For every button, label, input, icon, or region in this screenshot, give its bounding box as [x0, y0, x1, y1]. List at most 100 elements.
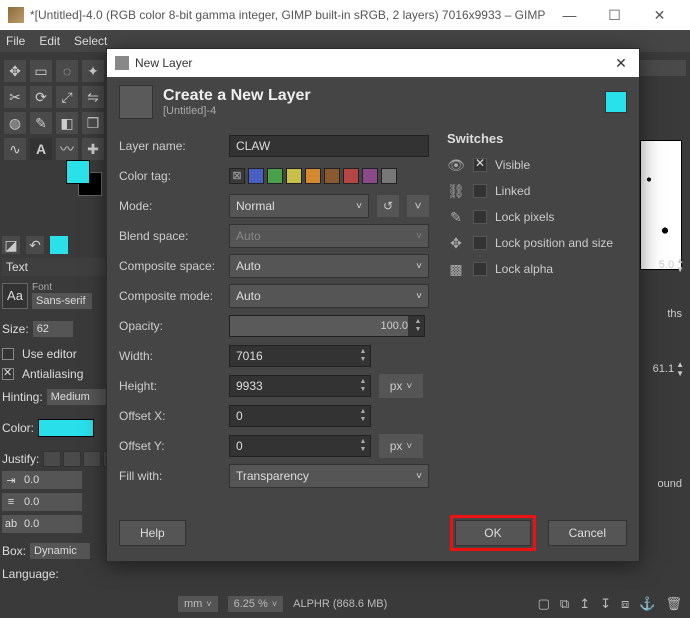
justify-right-icon[interactable]	[63, 451, 81, 467]
menu-edit[interactable]: Edit	[39, 34, 60, 48]
hinting-select[interactable]: Medium	[47, 389, 106, 405]
link-icon: ⛓	[447, 183, 465, 200]
color-tag-4[interactable]	[305, 168, 321, 184]
size-unit-select[interactable]: px˅	[379, 374, 423, 398]
linked-label: Linked	[495, 184, 530, 198]
box-label: Box:	[2, 544, 26, 558]
offset-unit-select[interactable]: px˅	[379, 434, 423, 458]
dialog-heading: Create a New Layer	[163, 87, 311, 105]
blend-space-label: Blend space:	[119, 229, 221, 243]
box-select[interactable]: Dynamic	[30, 543, 90, 559]
width-input[interactable]: 7016▲▼	[229, 345, 371, 367]
color-tag-5[interactable]	[324, 168, 340, 184]
dialog-subheading: [Untitled]-4	[163, 105, 311, 117]
free-select-icon[interactable]: ◌	[56, 60, 78, 82]
justify-left-icon[interactable]	[43, 451, 61, 467]
scale-tool-icon[interactable]: ⤢	[56, 86, 78, 108]
justify-center-icon[interactable]	[83, 451, 101, 467]
antialiasing-checkbox[interactable]	[2, 368, 14, 380]
ok-highlight: OK	[450, 515, 535, 551]
bucket-tool-icon[interactable]: ◍	[4, 112, 26, 134]
window-title: *[Untitled]-4.0 (RGB color 8-bit gamma i…	[30, 8, 545, 22]
undo-history-icon[interactable]: ↶	[26, 236, 44, 254]
clone-tool-icon[interactable]: ❒	[82, 112, 104, 134]
size-input[interactable]	[33, 321, 73, 337]
right-spinner-1[interactable]: 5.0▲▼	[659, 256, 684, 274]
status-icon-5[interactable]: ⧈	[621, 596, 629, 612]
rotate-tool-icon[interactable]: ⟳	[30, 86, 52, 108]
status-icon-1[interactable]: ▢	[538, 596, 550, 612]
lock-pixels-checkbox[interactable]	[473, 210, 487, 224]
pencil-tool-icon[interactable]: ✎	[30, 112, 52, 134]
composite-mode-select[interactable]: Auto˅	[229, 284, 429, 308]
color-tag-0[interactable]: ⊠	[229, 168, 245, 184]
dock-tab[interactable]	[640, 60, 686, 76]
ound-label: ound	[658, 478, 682, 490]
color-tag-7[interactable]	[362, 168, 378, 184]
color-tag-8[interactable]	[381, 168, 397, 184]
color-tab-icon[interactable]	[50, 236, 68, 254]
visible-checkbox[interactable]	[473, 158, 487, 172]
right-spinner-2[interactable]: 61.1▲▼	[653, 360, 684, 378]
mode-reset-button[interactable]: ↺	[377, 195, 399, 217]
tab-icon[interactable]: ◪	[2, 236, 20, 254]
font-input[interactable]	[32, 293, 92, 309]
unit-select[interactable]: mm˅	[178, 596, 218, 612]
height-input[interactable]: 9933▲▼	[229, 375, 371, 397]
zoom-select[interactable]: 6.25 %˅	[228, 596, 284, 612]
minimize-button[interactable]: —	[547, 0, 592, 30]
cancel-button[interactable]: Cancel	[548, 520, 627, 546]
offset-x-input[interactable]: 0▲▼	[229, 405, 371, 427]
mode-select[interactable]: Normal˅	[229, 194, 369, 218]
linked-checkbox[interactable]	[473, 184, 487, 198]
maximize-button[interactable]: ☐	[592, 0, 637, 30]
layer-name-input[interactable]	[229, 135, 429, 157]
color-tag-2[interactable]	[267, 168, 283, 184]
fill-with-select[interactable]: Transparency˅	[229, 464, 429, 488]
eraser-tool-icon[interactable]: ◧	[56, 112, 78, 134]
status-icon-7[interactable]: 🗑	[665, 596, 682, 612]
flip-tool-icon[interactable]: ⇋	[82, 86, 104, 108]
help-button[interactable]: Help	[119, 520, 186, 546]
indent-spinner[interactable]: ⇥0.0	[2, 471, 82, 489]
use-editor-label: Use editor	[22, 347, 77, 361]
status-icon-6[interactable]: ⚓	[639, 596, 655, 612]
line-spacing-spinner[interactable]: ≡0.0	[2, 493, 82, 511]
navigation-thumbnail[interactable]	[640, 140, 682, 270]
tool-options-panel: ◪ ↶ Text Aa Font Size: Use editor Antial…	[2, 236, 106, 581]
color-swatches[interactable]	[66, 160, 90, 184]
dialog-close-button[interactable]: ✕	[611, 55, 631, 72]
ok-button[interactable]: OK	[455, 520, 530, 546]
fuzzy-select-icon[interactable]: ✦	[82, 60, 104, 82]
window-titlebar: *[Untitled]-4.0 (RGB color 8-bit gamma i…	[0, 0, 690, 30]
composite-space-select[interactable]: Auto˅	[229, 254, 429, 278]
move-tool-icon[interactable]: ✥	[4, 60, 26, 82]
use-editor-checkbox[interactable]	[2, 348, 14, 360]
menu-file[interactable]: File	[6, 34, 25, 48]
mode-menu-button[interactable]: ˅	[407, 195, 429, 217]
letter-spacing-spinner[interactable]: ab0.0	[2, 515, 82, 533]
color-tag-3[interactable]	[286, 168, 302, 184]
measure-tool-icon[interactable]: ✚	[82, 138, 104, 160]
lock-position-checkbox[interactable]	[473, 236, 487, 250]
status-icon-4[interactable]: ↧	[600, 596, 611, 612]
text-tool-icon[interactable]: A	[30, 138, 52, 160]
path-tool-icon[interactable]: 〰	[56, 138, 78, 160]
status-icon-3[interactable]: ↥	[579, 596, 590, 612]
menu-select[interactable]: Select	[74, 34, 107, 48]
smudge-tool-icon[interactable]: ∿	[4, 138, 26, 160]
text-color-button[interactable]	[38, 419, 94, 437]
crop-tool-icon[interactable]: ✂	[4, 86, 26, 108]
color-tag-1[interactable]	[248, 168, 264, 184]
lock-alpha-checkbox[interactable]	[473, 262, 487, 276]
close-window-button[interactable]: ✕	[637, 0, 682, 30]
foreground-swatch[interactable]	[66, 160, 90, 184]
offset-y-input[interactable]: 0▲▼	[229, 435, 371, 457]
opacity-slider[interactable]: 100.0 ▲▼	[229, 315, 425, 337]
status-icon-2[interactable]: ⧉	[560, 596, 569, 612]
dialog-title: New Layer	[135, 56, 192, 70]
font-preview-icon[interactable]: Aa	[2, 283, 28, 309]
color-tag-6[interactable]	[343, 168, 359, 184]
toolbox: ✥ ▭ ◌ ✦ ✂ ⟳ ⤢ ⇋ ◍ ✎ ◧ ❒ ∿ A 〰 ✚	[4, 60, 104, 164]
rect-select-icon[interactable]: ▭	[30, 60, 52, 82]
